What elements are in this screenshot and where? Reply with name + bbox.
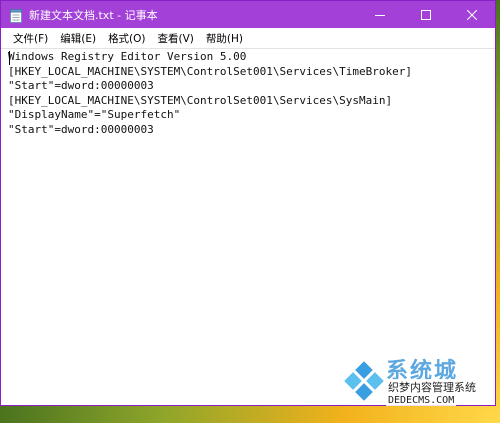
close-button[interactable] [449,1,495,28]
text-editor[interactable]: Windows Registry Editor Version 5.00 [HK… [1,48,495,405]
notepad-window: 新建文本文档.txt - 记事本 文件(F) 编辑(E) 格式(O) 查看(V)… [0,0,496,406]
minimize-icon [375,14,385,16]
maximize-button[interactable] [403,1,449,28]
editor-line: Windows Registry Editor Version 5.00 [8,50,247,63]
editor-line: [HKEY_LOCAL_MACHINE\SYSTEM\ControlSet001… [8,64,412,78]
text-caret [9,51,10,65]
menu-view[interactable]: 查看(V) [152,31,200,46]
menu-edit[interactable]: 编辑(E) [54,31,102,46]
menu-help[interactable]: 帮助(H) [200,31,249,46]
desktop-background: 新建文本文档.txt - 记事本 文件(F) 编辑(E) 格式(O) 查看(V)… [0,0,500,423]
watermark: 系统城 织梦内容管理系统 DEDECMS.COM [344,359,494,419]
menu-bar: 文件(F) 编辑(E) 格式(O) 查看(V) 帮助(H) [1,28,495,48]
editor-line: "Start"=dword:00000003 [8,122,154,136]
window-title: 新建文本文档.txt - 记事本 [29,8,158,22]
editor-line: [HKEY_LOCAL_MACHINE\SYSTEM\ControlSet001… [8,93,393,107]
menu-format[interactable]: 格式(O) [102,31,151,46]
close-icon [467,9,477,20]
minimize-button[interactable] [357,1,403,28]
title-bar[interactable]: 新建文本文档.txt - 记事本 [1,1,495,28]
windows-logo-icon [344,361,384,401]
watermark-subtitle: 织梦内容管理系统 [386,379,478,395]
menu-file[interactable]: 文件(F) [7,31,54,46]
maximize-icon [421,9,431,20]
notepad-icon [10,8,22,23]
editor-line: "DisplayName"="Superfetch" [8,108,181,121]
editor-line: "Start"=dword:00000003 [8,79,154,92]
window-controls [357,1,495,28]
watermark-url: DEDECMS.COM [386,395,457,406]
